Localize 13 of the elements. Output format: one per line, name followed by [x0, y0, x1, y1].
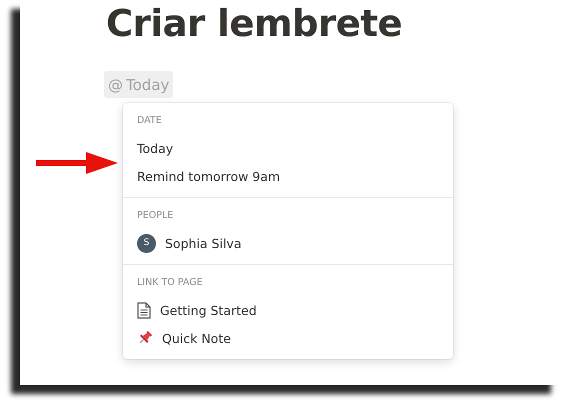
section-heading: PEOPLE: [136, 209, 174, 223]
document-icon: [137, 302, 151, 318]
menu-item[interactable]: Quick Note: [123, 324, 453, 352]
pushpin-icon: [137, 330, 153, 346]
menu-item[interactable]: S Sophia Silva: [123, 229, 453, 257]
arrow-icon: [36, 152, 118, 174]
page-title: Criar lembrete: [106, 2, 404, 46]
menu-item[interactable]: Today: [123, 134, 453, 162]
section-heading: LINK TO PAGE: [136, 276, 204, 290]
avatar: S: [137, 234, 156, 252]
section-heading: DATE: [136, 114, 163, 128]
menu-item[interactable]: Getting Started: [123, 296, 453, 324]
menu-item[interactable]: Remind tomorrow 9am: [123, 162, 453, 190]
